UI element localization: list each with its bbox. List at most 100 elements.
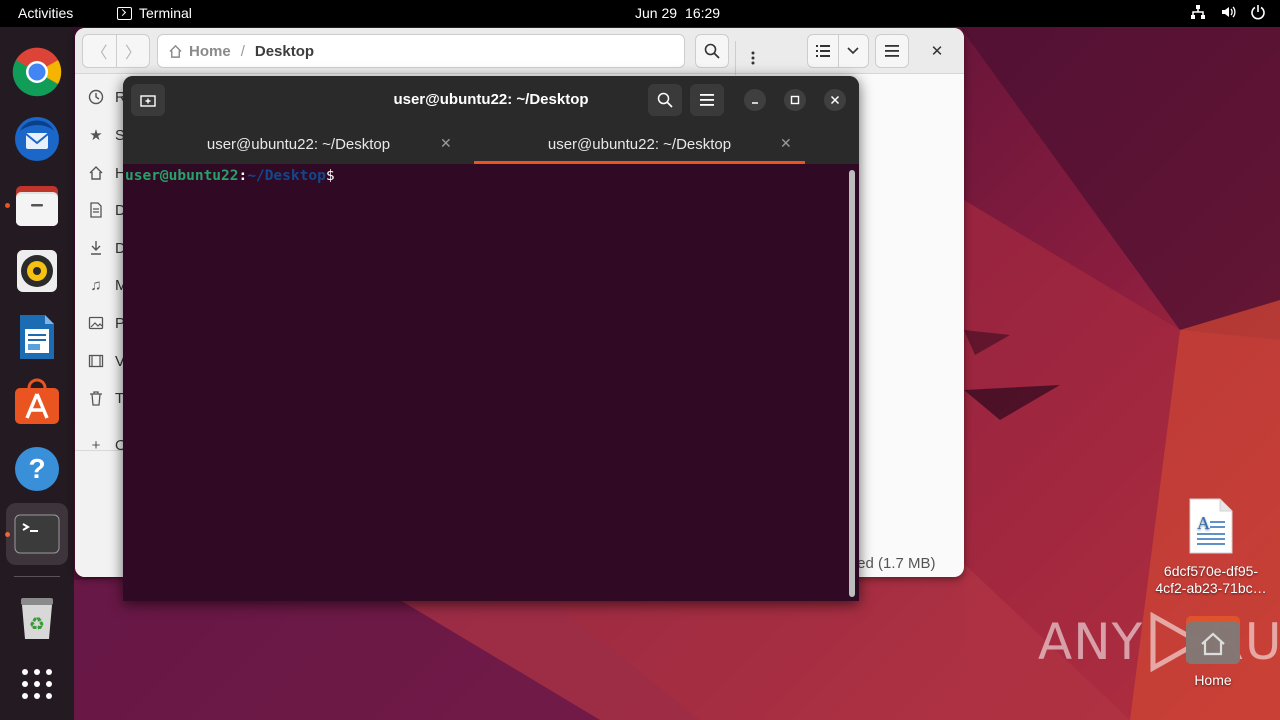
path-menu-button[interactable] <box>735 41 769 75</box>
minimize-icon <box>752 102 758 104</box>
nav-buttons: 〈 〉 <box>82 34 150 68</box>
terminal-close-button[interactable] <box>824 89 846 111</box>
tab-close-icon[interactable]: ✕ <box>780 135 792 152</box>
path-home-segment[interactable]: Home <box>158 43 231 60</box>
thunderbird-icon <box>15 117 59 161</box>
text-document-icon: A <box>1189 498 1233 554</box>
tab-label: user@ubuntu22: ~/Desktop <box>206 135 391 153</box>
back-button[interactable]: 〈 <box>83 35 116 67</box>
shell-prompt: user@ubuntu22:~/Desktop$ <box>125 168 335 184</box>
dock-item-rhythmbox[interactable] <box>12 246 62 296</box>
document-icon <box>87 201 105 219</box>
activities-button[interactable]: Activities <box>18 5 73 21</box>
tab-2[interactable]: user@ubuntu22: ~/Desktop ✕ <box>474 124 805 164</box>
terminal-content[interactable]: user@ubuntu22:~/Desktop$ <box>123 164 859 601</box>
home-icon <box>87 164 105 182</box>
view-options-button[interactable] <box>837 35 868 67</box>
picture-icon <box>87 314 105 332</box>
system-tray[interactable] <box>1190 4 1266 20</box>
terminal-tab-bar: user@ubuntu22: ~/Desktop ✕ user@ubuntu22… <box>123 124 859 196</box>
sidebar-item-videos[interactable]: V <box>87 352 125 370</box>
download-icon <box>87 239 105 257</box>
status-text: ted (1.7 MB) <box>853 555 936 572</box>
sidebar-item-music[interactable]: ♫ M <box>87 276 127 294</box>
top-bar: Activities Terminal Jun 29 16:29 <box>0 0 1280 27</box>
list-view-button[interactable] <box>808 35 838 67</box>
dock-item-show-apps[interactable] <box>12 659 62 709</box>
prompt-colon: : <box>238 168 248 184</box>
app-center-icon <box>15 378 59 424</box>
desktop-file-label-line2: 4cf2-ab23-71bc… <box>1155 580 1267 596</box>
running-indicator <box>5 203 10 208</box>
desktop-file[interactable]: A 6dcf570e-df95- 4cf2-ab23-71bc… <box>1146 497 1276 597</box>
path-current-segment[interactable]: Desktop <box>255 43 314 60</box>
sidebar-item-home[interactable]: H <box>87 164 126 182</box>
tab-label: user@ubuntu22: ~/Desktop <box>547 135 732 153</box>
terminal-window[interactable]: user@ubuntu22: ~/Desktop user@ubuntu22: … <box>123 76 859 601</box>
list-view-icon <box>815 45 830 57</box>
terminal-search-button[interactable] <box>648 84 682 116</box>
main-menu-button[interactable] <box>875 34 909 68</box>
dock-item-thunderbird[interactable] <box>12 113 62 163</box>
hamburger-icon <box>700 94 714 106</box>
files-icon <box>16 186 58 226</box>
dock-separator <box>14 576 60 577</box>
terminal-headerbar: user@ubuntu22: ~/Desktop <box>123 76 859 124</box>
kebab-menu-icon <box>751 51 754 65</box>
power-icon <box>1251 5 1265 20</box>
path-bar[interactable]: Home / Desktop <box>157 34 754 75</box>
maximize-button[interactable] <box>784 89 806 111</box>
sidebar-item-recent[interactable]: R <box>87 88 126 106</box>
watermark-text-left: ANY <box>1038 613 1144 671</box>
file-manager-close-button[interactable]: ✕ <box>926 40 948 62</box>
clock[interactable]: Jun 29 16:29 <box>635 5 720 21</box>
forward-button[interactable]: 〉 <box>115 35 149 67</box>
chrome-icon <box>12 47 62 97</box>
home-icon <box>169 44 182 58</box>
tab-close-icon[interactable]: ✕ <box>440 135 452 152</box>
dock-item-writer[interactable] <box>12 312 62 362</box>
svg-text:♻: ♻ <box>29 614 45 635</box>
file-manager-sidebar: R ★ St H D D ♫ M <box>75 74 129 577</box>
tab-1[interactable]: user@ubuntu22: ~/Desktop ✕ <box>133 124 464 164</box>
search-icon <box>704 43 720 59</box>
prompt-path: ~/Desktop <box>247 168 326 184</box>
chevron-down-icon <box>847 47 860 55</box>
terminal-icon <box>14 514 60 554</box>
path-separator: / <box>240 42 245 60</box>
trash-icon: ♻ <box>21 598 53 639</box>
help-icon: ? <box>15 447 59 491</box>
dock-item-trash[interactable]: ♻ <box>12 593 62 643</box>
close-icon <box>830 95 840 105</box>
network-icon <box>1191 5 1205 19</box>
search-icon <box>657 92 673 108</box>
volume-icon <box>1222 6 1236 18</box>
prompt-user-host: user@ubuntu22 <box>125 168 239 184</box>
sidebar-item-other-locations[interactable]: + O <box>87 436 127 454</box>
trash-icon <box>87 389 105 407</box>
app-menu[interactable]: Terminal <box>117 5 192 21</box>
app-menu-label: Terminal <box>139 5 192 21</box>
dock-item-help[interactable]: ? <box>12 444 62 494</box>
sidebar-item-documents[interactable]: D <box>87 201 126 219</box>
svg-text:A: A <box>1197 513 1210 533</box>
dock-item-app-center[interactable] <box>12 378 62 428</box>
dock-item-terminal[interactable] <box>6 503 68 565</box>
view-switcher <box>807 34 869 68</box>
libreoffice-writer-icon <box>20 315 54 359</box>
dock-item-files[interactable] <box>12 180 62 230</box>
desktop-file-label-line1: 6dcf570e-df95- <box>1163 563 1259 579</box>
dock: ? ♻ <box>0 27 74 720</box>
minimize-button[interactable] <box>744 89 766 111</box>
dock-item-chrome[interactable] <box>12 47 62 97</box>
terminal-menu-button[interactable] <box>690 84 724 116</box>
sidebar-item-downloads[interactable]: D <box>87 239 126 257</box>
clock-icon <box>87 88 105 106</box>
terminal-scrollbar[interactable] <box>849 170 855 597</box>
desktop-home-folder[interactable]: Home <box>1168 612 1258 688</box>
close-icon: ✕ <box>930 43 944 60</box>
home-folder-icon <box>1186 616 1240 664</box>
clock-date: Jun 29 <box>635 5 678 21</box>
search-button[interactable] <box>695 34 729 68</box>
prompt-dollar: $ <box>325 168 335 184</box>
